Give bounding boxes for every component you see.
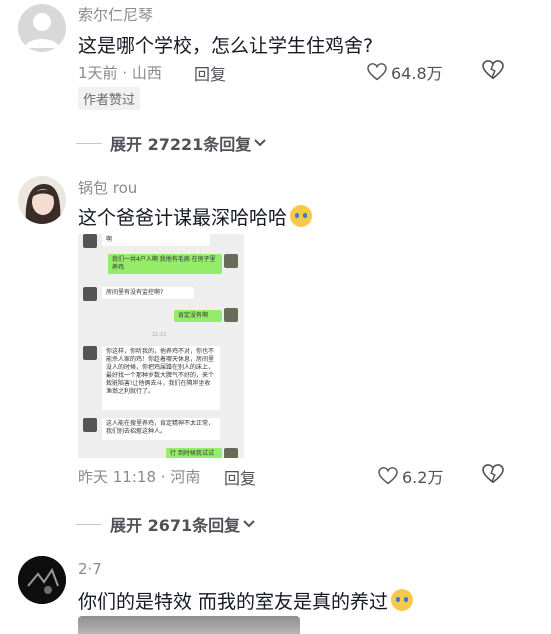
avatar-dark[interactable] — [18, 556, 66, 604]
comment-text: 你们的是特效 而我的室友是真的养过 — [78, 587, 414, 614]
comment-photo[interactable] — [78, 616, 300, 634]
avatar-dark-image — [18, 556, 66, 604]
comment-3: 2·7 你们的是特效 而我的室友是真的养过 — [0, 0, 551, 634]
crying-emoji — [391, 589, 414, 611]
username[interactable]: 2·7 — [78, 560, 102, 578]
